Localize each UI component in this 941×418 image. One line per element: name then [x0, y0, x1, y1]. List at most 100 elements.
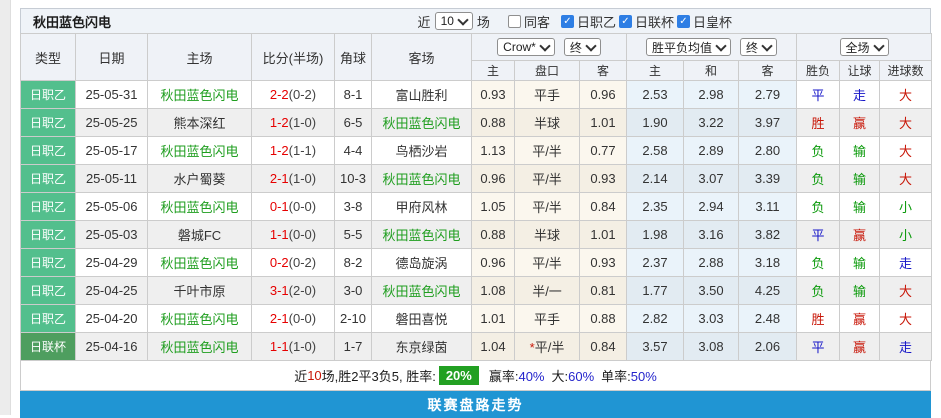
europe-final-select[interactable]: 终 — [740, 38, 778, 56]
result-goals-cell: 大 — [879, 164, 933, 193]
filter-controls: 近 10 场 同客 ✓ 日职乙 ✓ 日联杯 ✓ 日皇杯 — [414, 12, 930, 31]
odds-home-cell: 2.37 — [626, 248, 684, 277]
odds-draw-cell: 3.08 — [683, 332, 739, 361]
handicap-line-cell: 半/一 — [514, 276, 580, 305]
handicap-group-header: Crow* 终 — [471, 33, 627, 61]
recent-count-value: 10 — [440, 14, 454, 28]
subject-team-name: 秋田蓝色闪电 — [160, 200, 239, 215]
score-cell: 1-2(1-0) — [251, 108, 335, 137]
odds-draw-cell: 2.88 — [683, 248, 739, 277]
handicap-line-cell: 平/半 — [514, 248, 580, 277]
handicap-away-odds-cell: 0.84 — [579, 192, 627, 221]
odds-home-cell: 2.14 — [626, 164, 684, 193]
checkbox-checked-icon[interactable]: ✓ — [560, 14, 574, 28]
home-team-cell: 秋田蓝色闪电 — [147, 304, 252, 333]
date-cell: 25-05-25 — [75, 108, 148, 137]
checkbox-checked-icon[interactable]: ✓ — [618, 14, 632, 28]
odds-away-cell: 3.18 — [737, 248, 798, 277]
summary-bar: 近 10 场,胜2平3负5, 胜率: 20% 赢率:40% 大:60% 单率:50% — [20, 361, 931, 391]
half-time-score: (1-0) — [288, 115, 317, 130]
league-type-cell: 日职乙 — [20, 304, 76, 333]
subheader-result-wdl: 胜负 — [796, 60, 841, 81]
result-handicap-cell: 赢 — [839, 332, 881, 361]
handicap-line-cell: 平/半 — [514, 192, 580, 221]
odds-home-cell: 3.57 — [626, 332, 684, 361]
handicap-home-odds-cell: 1.05 — [471, 192, 515, 221]
odds-draw-cell: 3.07 — [683, 164, 739, 193]
subheader-handicap-line: 盘口 — [514, 60, 580, 81]
subject-team-name: 秋田蓝色闪电 — [160, 340, 239, 355]
subject-team-name: 秋田蓝色闪电 — [382, 284, 461, 299]
score-cell: 0-1(0-0) — [251, 192, 335, 221]
result-handicap-cell: 赢 — [839, 220, 881, 249]
team-title: 秋田蓝色闪电 — [33, 14, 112, 30]
odds-away-cell: 4.25 — [737, 276, 798, 305]
league-type-cell: 日职乙 — [20, 80, 76, 109]
handicap-final-value: 终 — [569, 40, 582, 55]
result-goals-cell: 小 — [879, 220, 933, 249]
score-cell: 0-2(0-2) — [251, 248, 335, 277]
corners-cell: 1-7 — [334, 332, 372, 361]
scope-select[interactable]: 全场 — [839, 38, 889, 56]
result-wdl-cell: 平 — [796, 332, 841, 361]
handicap-home-odds-cell: 0.88 — [471, 220, 515, 249]
final-score: 1-1 — [269, 339, 289, 354]
subject-team-name: 秋田蓝色闪电 — [382, 172, 461, 187]
away-team-cell: 鸟栖沙岩 — [371, 136, 472, 165]
col-header-score: 比分(半场) — [251, 33, 335, 81]
result-handicap-cell: 输 — [839, 192, 881, 221]
half-time-score: (0-2) — [288, 87, 317, 102]
europe-company-select[interactable]: 胜平负均值 — [645, 38, 731, 56]
scope-value: 全场 — [845, 40, 870, 55]
league-handicap-trend-button[interactable]: 联赛盘路走势 — [20, 391, 931, 418]
subject-team-name: 秋田蓝色闪电 — [160, 312, 239, 327]
subheader-handicap-home: 主 — [471, 60, 515, 81]
stat-label: 大: — [551, 369, 569, 384]
corners-cell: 6-5 — [334, 108, 372, 137]
odds-home-cell: 1.77 — [626, 276, 684, 305]
handicap-home-odds-cell: 1.04 — [471, 332, 515, 361]
score-cell: 1-1(0-0) — [251, 220, 335, 249]
summary-stat: 大:60% — [552, 366, 595, 385]
result-goals-cell: 大 — [879, 304, 933, 333]
subheader-odds-draw: 和 — [683, 60, 739, 81]
odds-draw-cell: 3.03 — [683, 304, 739, 333]
odds-away-cell: 3.11 — [737, 192, 798, 221]
recent-count-select[interactable]: 10 — [434, 12, 473, 30]
odds-away-cell: 2.80 — [737, 136, 798, 165]
corners-cell: 3-8 — [334, 192, 372, 221]
titlebar: 秋田蓝色闪电 近 10 场 同客 ✓ 日职乙 ✓ 日联杯 ✓ 日皇杯 — [20, 8, 931, 33]
subheader-odds-away: 客 — [737, 60, 798, 81]
half-time-score: (1-0) — [288, 339, 317, 354]
date-cell: 25-05-31 — [75, 80, 148, 109]
half-time-score: (2-0) — [288, 283, 317, 298]
filter-checkbox-item[interactable]: 同客 — [507, 12, 550, 31]
away-team-cell: 秋田蓝色闪电 — [371, 276, 472, 305]
handicap-final-select[interactable]: 终 — [563, 38, 601, 56]
filter-checkbox-item[interactable]: ✓ 日联杯 — [618, 12, 674, 31]
handicap-away-odds-cell: 1.01 — [579, 220, 627, 249]
col-header-date: 日期 — [75, 33, 148, 81]
content-panel: 秋田蓝色闪电 近 10 场 同客 ✓ 日职乙 ✓ 日联杯 ✓ 日皇杯 类型 日期 主场 比分… — [20, 8, 933, 418]
handicap-home-odds-cell: 1.13 — [471, 136, 515, 165]
result-wdl-cell: 平 — [796, 220, 841, 249]
half-time-score: (1-0) — [288, 171, 317, 186]
checkbox-unchecked-icon[interactable] — [507, 14, 521, 28]
filter-checkbox-item[interactable]: ✓ 日职乙 — [560, 12, 616, 31]
half-time-score: (0-2) — [288, 255, 317, 270]
final-score: 3-1 — [269, 283, 289, 298]
handicap-company-select[interactable]: Crow* — [497, 38, 555, 56]
handicap-away-odds-cell: 0.84 — [579, 332, 627, 361]
away-team-cell: 东京绿茵 — [371, 332, 472, 361]
table-row: 日联杯 25-04-16 秋田蓝色闪电 1-1(1-0) 1-7 东京绿茵 1.04 *平/半… — [20, 332, 933, 361]
group-header-row: 类型 日期 主场 比分(半场) 角球 客场 Crow* 终 胜平负均值 终 全场 — [20, 33, 933, 81]
final-score: 2-1 — [269, 171, 289, 186]
checkbox-checked-icon[interactable]: ✓ — [676, 14, 690, 28]
matches-label: 场 — [476, 14, 490, 30]
odds-away-cell: 2.48 — [737, 304, 798, 333]
odds-home-cell: 2.58 — [626, 136, 684, 165]
away-team-cell: 甲府风林 — [371, 192, 472, 221]
filter-checkbox-item[interactable]: ✓ 日皇杯 — [676, 12, 732, 31]
handicap-away-odds-cell: 0.88 — [579, 304, 627, 333]
odds-away-cell: 3.82 — [737, 220, 798, 249]
